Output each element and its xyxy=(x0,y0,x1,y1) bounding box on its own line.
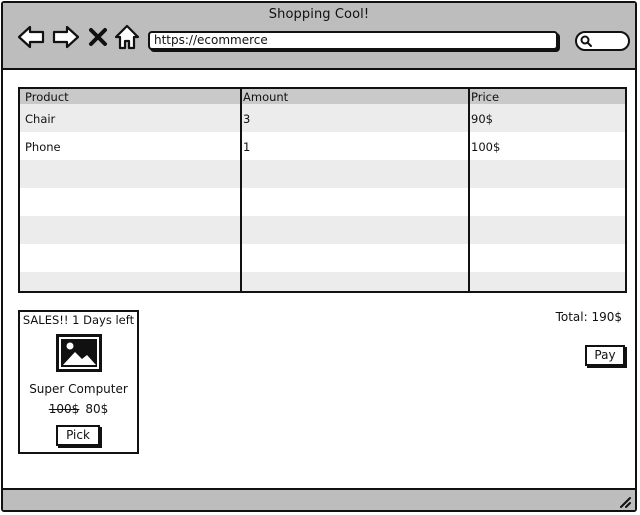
sale-prices: 100$ 80$ xyxy=(20,402,137,416)
image-placeholder-icon xyxy=(56,334,102,372)
table-header xyxy=(20,89,625,104)
title-bar: Shopping Cool! https://ecommerce xyxy=(3,3,635,70)
browser-window: Shopping Cool! https://ecommerce Product… xyxy=(1,1,637,512)
sale-card: SALES!! 1 Days left Super Computer 100$ 8… xyxy=(18,310,139,454)
column-header-product: Product xyxy=(25,90,69,104)
column-header-amount: Amount xyxy=(243,90,289,104)
table-row-price: 90$ xyxy=(471,112,493,126)
sale-product-name: Super Computer xyxy=(29,382,128,396)
status-bar xyxy=(3,488,635,510)
cart-table: Product Amount Price Chair 3 90$ Phone 1… xyxy=(18,87,627,293)
pay-button[interactable]: Pay xyxy=(585,345,625,366)
new-price: 80$ xyxy=(85,402,109,416)
column-header-price: Price xyxy=(471,90,500,104)
table-row-amount: 3 xyxy=(243,112,251,126)
table-row-price: 100$ xyxy=(471,140,501,154)
table-row-product: Chair xyxy=(25,112,56,126)
search-icon xyxy=(580,35,592,47)
close-x-icon[interactable] xyxy=(87,23,109,51)
home-icon[interactable] xyxy=(113,23,141,51)
pick-button[interactable]: Pick xyxy=(56,425,100,446)
old-price: 100$ xyxy=(48,402,80,416)
table-row-amount: 1 xyxy=(243,140,251,154)
search-field[interactable] xyxy=(575,31,630,51)
resize-grip-icon[interactable] xyxy=(617,494,631,508)
sale-title: SALES!! 1 Days left xyxy=(22,313,135,327)
forward-arrow-icon[interactable] xyxy=(52,23,80,51)
table-row-product: Phone xyxy=(25,140,61,154)
back-arrow-icon[interactable] xyxy=(17,23,45,51)
window-title: Shopping Cool! xyxy=(268,7,370,22)
cart-total: Total: 190$ xyxy=(555,310,622,324)
url-bar[interactable]: https://ecommerce xyxy=(148,31,558,50)
